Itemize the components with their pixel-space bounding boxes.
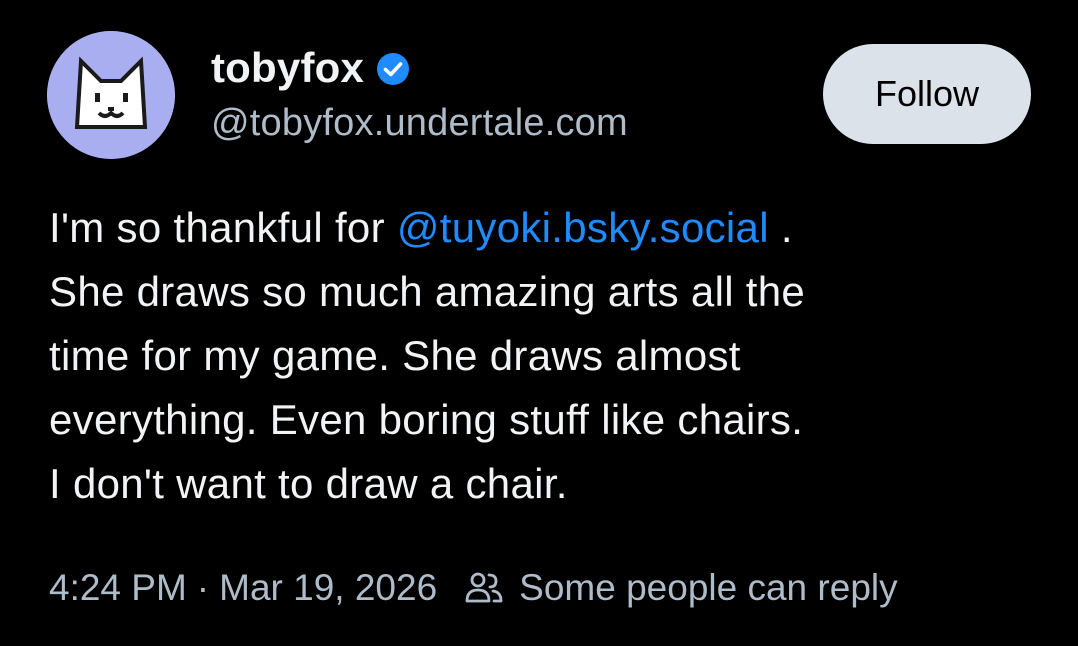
post-text: I'm so thankful for @tuyoki.bsky.social … [49, 196, 1049, 516]
post-metadata: 4:24 PM · Mar 19, 2026 Some people can r… [49, 562, 898, 614]
display-name-row: tobyfox [211, 40, 628, 96]
author-avatar[interactable] [47, 31, 175, 159]
people-icon [463, 567, 505, 609]
follow-button[interactable]: Follow [823, 44, 1031, 144]
reply-setting[interactable]: Some people can reply [519, 567, 897, 609]
post-line-1: I'm so thankful for @tuyoki.bsky.social … [49, 196, 1049, 260]
post-time[interactable]: 4:24 PM [49, 567, 187, 609]
mention-link[interactable]: @tuyoki.bsky.social [397, 204, 769, 251]
author-display-name[interactable]: tobyfox [211, 44, 364, 92]
verified-check-icon[interactable] [376, 52, 410, 86]
post-card: tobyfox @tobyfox.undertale.com Follow I'… [0, 0, 1078, 646]
author-info: tobyfox @tobyfox.undertale.com [211, 40, 628, 145]
post-line-4: everything. Even boring stuff like chair… [49, 396, 804, 443]
post-line-2: She draws so much amazing arts all the [49, 268, 806, 315]
post-line-5: I don't want to draw a chair. [49, 460, 568, 507]
meta-separator: · [196, 567, 210, 608]
post-line-3: time for my game. She draws almost [49, 332, 741, 379]
post-text-segment: I'm so thankful for [49, 204, 397, 251]
author-handle[interactable]: @tobyfox.undertale.com [211, 102, 628, 145]
post-date[interactable]: Mar 19, 2026 [219, 567, 437, 609]
white-dog-avatar-icon [47, 31, 175, 159]
post-text-segment: . [768, 204, 793, 251]
